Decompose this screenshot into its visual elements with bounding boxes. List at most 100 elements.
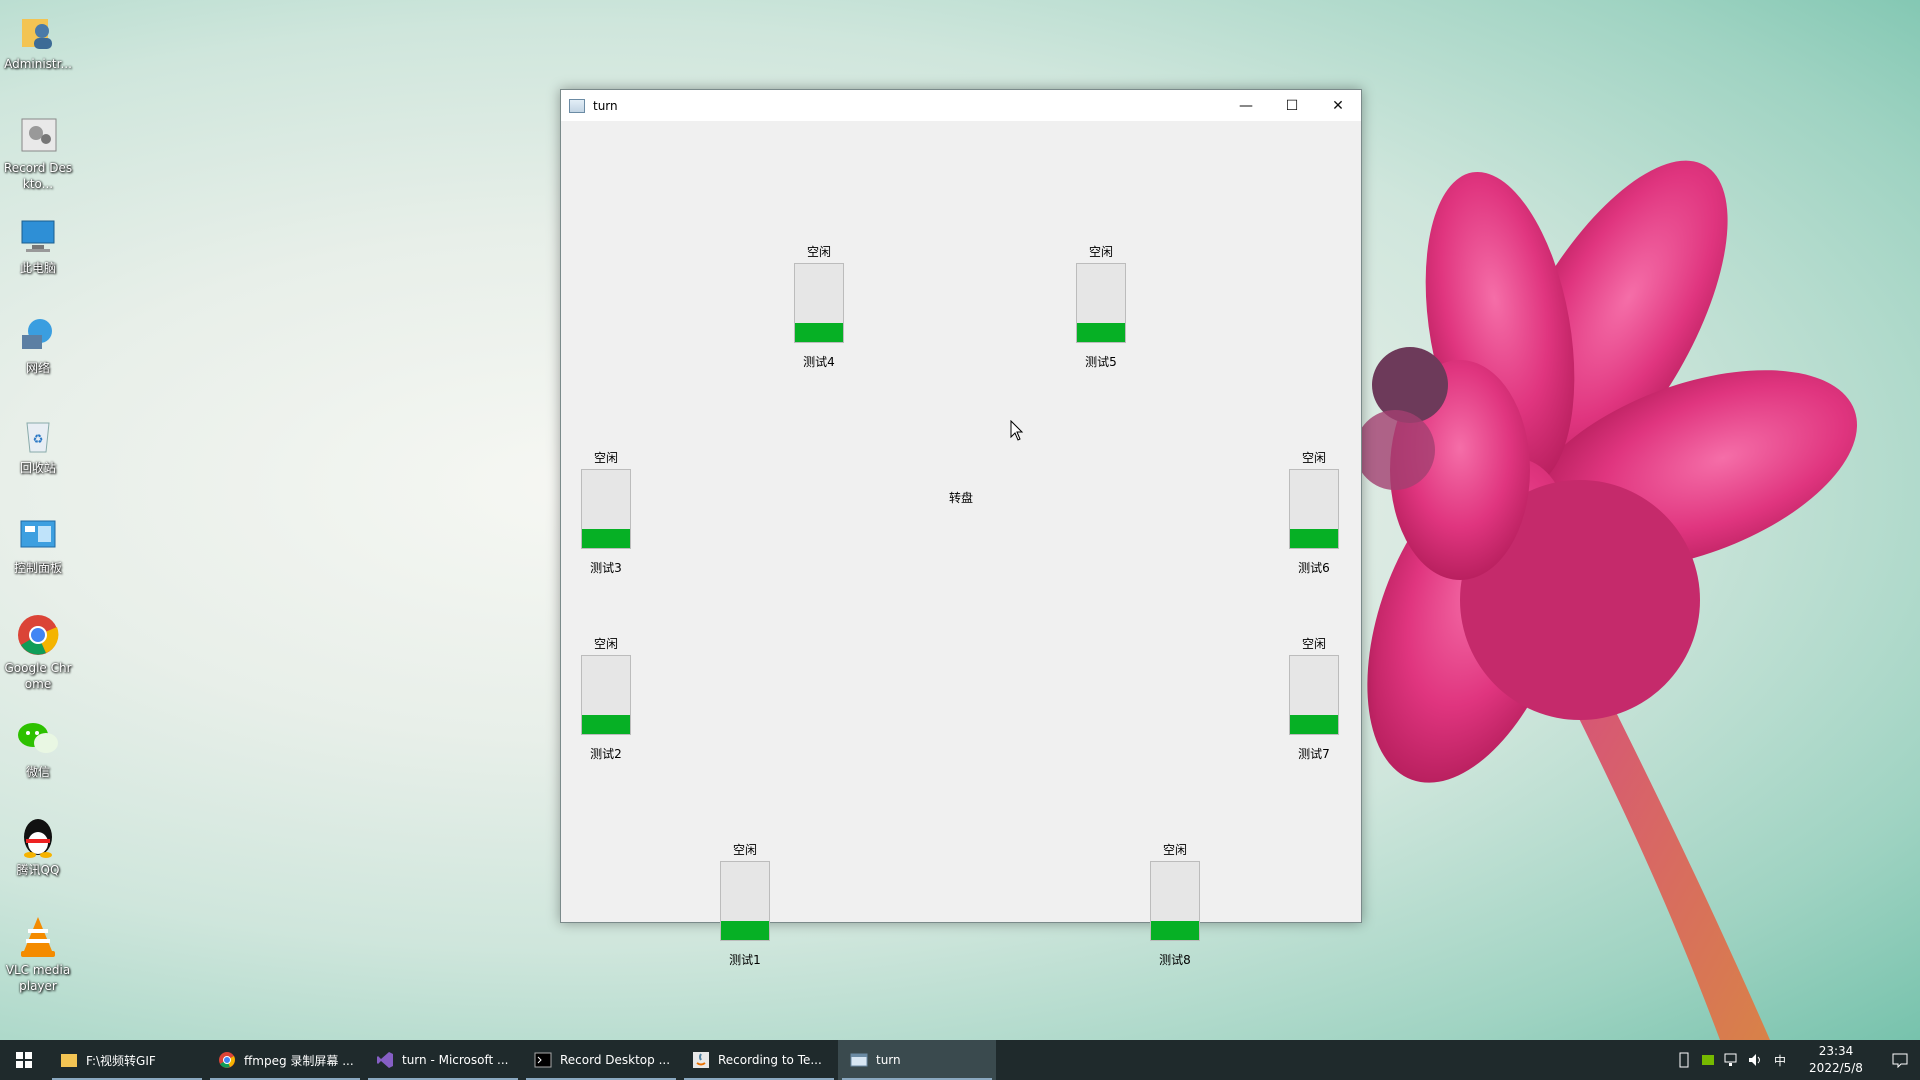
desktop-icon-label: Record Deskto... <box>3 161 73 191</box>
desktop-icon-record-desktop[interactable]: Record Deskto... <box>2 112 74 192</box>
minimize-button[interactable]: — <box>1223 90 1269 121</box>
slot-test5: 空闲 测试5 <box>1071 243 1131 371</box>
desktop-icon-label: 回收站 <box>19 461 56 475</box>
turn-window: turn — ☐ ✕ 空闲 测试4 空闲 测试5 空闲 测试3 空闲 测试6 空… <box>560 89 1362 967</box>
desktop-icon-label: 微信 <box>25 765 50 779</box>
desktop-icon-control-panel[interactable]: 控制面板 <box>2 512 74 576</box>
progress-fill <box>1290 714 1338 734</box>
desktop-icon-label: VLC media player <box>5 963 71 993</box>
progress-bar <box>720 861 770 941</box>
progress-bar <box>1150 861 1200 941</box>
slot-test4: 空闲 测试4 <box>789 243 849 371</box>
folder-icon <box>61 1054 77 1067</box>
mouse-cursor-icon <box>1010 420 1024 441</box>
clock-time: 23:34 <box>1818 1044 1854 1058</box>
desktop-icon-network[interactable]: 网络 <box>2 312 74 376</box>
slot-test2: 空闲 测试2 <box>576 635 636 763</box>
desktop-icon-vlc[interactable]: VLC media player <box>2 914 74 994</box>
slot-test6: 空闲 测试6 <box>1284 449 1344 577</box>
network-status-icon[interactable] <box>1720 1040 1744 1080</box>
taskbar-item-record-desktop[interactable]: Record Desktop ... <box>522 1040 680 1080</box>
desktop-icon-google-chrome[interactable]: Google Chrome <box>2 612 74 692</box>
clock[interactable]: 23:34 2022/5/8 <box>1798 1043 1874 1077</box>
desktop-icon-qq[interactable]: 腾讯QQ <box>2 814 74 878</box>
slot-status: 空闲 <box>1301 451 1326 465</box>
progress-fill <box>582 528 630 548</box>
progress-bar <box>1289 655 1339 735</box>
taskbar-item-visual-studio[interactable]: turn - Microsoft ... <box>364 1040 522 1080</box>
desktop-icon-label: 网络 <box>25 361 50 375</box>
progress-bar <box>794 263 844 343</box>
slot-status: 空闲 <box>806 245 831 259</box>
desktop-icon-label: Google Chrome <box>4 661 72 691</box>
taskbar-item-explorer[interactable]: F:\视频转GIF <box>48 1040 206 1080</box>
close-button[interactable]: ✕ <box>1315 90 1361 121</box>
windows-logo-icon <box>16 1052 32 1068</box>
progress-fill <box>1290 528 1338 548</box>
progress-fill <box>582 714 630 734</box>
usb-icon[interactable] <box>1672 1040 1696 1080</box>
taskbar-item-recording[interactable]: Recording to Te... <box>680 1040 838 1080</box>
control-panel-icon <box>15 512 61 558</box>
slot-test8: 空闲 测试8 <box>1145 841 1205 969</box>
vlc-icon <box>15 914 61 960</box>
desktop-icon-label: 腾讯QQ <box>16 863 60 877</box>
volume-icon[interactable] <box>1744 1040 1768 1080</box>
slot-name: 测试8 <box>1159 953 1191 967</box>
user-folder-icon <box>15 8 61 54</box>
turntable-label: 转盘 <box>948 491 973 505</box>
nvidia-icon[interactable] <box>1696 1040 1720 1080</box>
chrome-icon <box>15 612 61 658</box>
taskbar-item-label: ffmpeg 录制屏幕 ... <box>244 1053 354 1068</box>
taskbar: F:\视频转GIF ffmpeg 录制屏幕 ... turn - Microso… <box>0 1040 1920 1080</box>
taskbar-item-chrome[interactable]: ffmpeg 录制屏幕 ... <box>206 1040 364 1080</box>
progress-fill <box>1077 322 1125 342</box>
slot-status: 空闲 <box>732 843 757 857</box>
progress-bar <box>581 655 631 735</box>
slot-test3: 空闲 测试3 <box>576 449 636 577</box>
taskbar-item-turn[interactable]: turn <box>838 1040 996 1080</box>
slot-name: 测试1 <box>729 953 761 967</box>
slot-status: 空闲 <box>1162 843 1187 857</box>
desktop-icon-administrator[interactable]: Administr... <box>2 8 74 72</box>
desktop-icon-label: Administr... <box>4 57 72 71</box>
slot-status: 空闲 <box>593 451 618 465</box>
start-button[interactable] <box>0 1040 48 1080</box>
slot-test7: 空闲 测试7 <box>1284 635 1344 763</box>
desktop-icon-recycle-bin[interactable]: ♻ 回收站 <box>2 412 74 476</box>
progress-bar <box>581 469 631 549</box>
clock-date: 2022/5/8 <box>1809 1061 1863 1075</box>
record-desktop-icon <box>15 112 61 158</box>
slot-name: 测试3 <box>590 561 622 575</box>
taskbar-item-label: turn - Microsoft ... <box>402 1053 509 1067</box>
desktop-icon-label: 此电脑 <box>19 261 56 275</box>
taskbar-item-label: Recording to Te... <box>718 1053 822 1067</box>
taskbar-item-label: turn <box>876 1053 901 1067</box>
slot-status: 空闲 <box>1301 637 1326 651</box>
desktop-icon-this-pc[interactable]: 此电脑 <box>2 212 74 276</box>
ime-indicator[interactable]: 中 <box>1768 1040 1792 1080</box>
progress-bar <box>1289 469 1339 549</box>
desktop-icon-wechat[interactable]: 微信 <box>2 716 74 780</box>
qq-icon <box>15 814 61 860</box>
slot-test1: 空闲 测试1 <box>715 841 775 969</box>
svg-text:♻: ♻ <box>33 432 44 446</box>
title-bar[interactable]: turn — ☐ ✕ <box>561 90 1361 121</box>
progress-fill <box>721 920 769 940</box>
turntable-panel: 空闲 测试4 空闲 测试5 空闲 测试3 空闲 测试6 空闲 测试2 空闲 测试… <box>561 121 1361 967</box>
slot-name: 测试6 <box>1298 561 1330 575</box>
visual-studio-icon <box>377 1052 393 1068</box>
slot-status: 空闲 <box>593 637 618 651</box>
desktop-icon-label: 控制面板 <box>13 561 62 575</box>
window-title: turn <box>593 98 618 113</box>
notification-center-icon[interactable] <box>1880 1040 1920 1080</box>
computer-icon <box>15 212 61 258</box>
desktop: Administr... Record Deskto... 此电脑 网络 ♻ 回… <box>0 0 1920 1080</box>
slot-name: 测试7 <box>1298 747 1330 761</box>
taskbar-item-label: F:\视频转GIF <box>86 1053 156 1068</box>
slot-status: 空闲 <box>1088 245 1113 259</box>
window-app-icon <box>850 1053 868 1067</box>
maximize-button[interactable]: ☐ <box>1269 90 1315 121</box>
recycle-bin-icon: ♻ <box>15 412 61 458</box>
slot-name: 测试2 <box>590 747 622 761</box>
